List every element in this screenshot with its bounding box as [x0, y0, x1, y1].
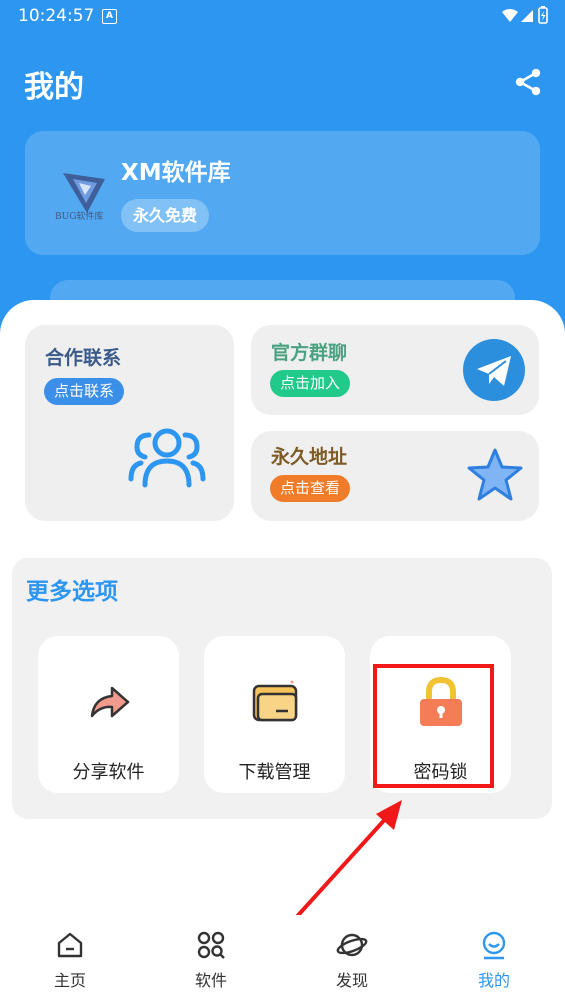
cooperation-title: 合作联系: [45, 347, 122, 369]
cooperation-card[interactable]: 合作联系 点击联系: [25, 325, 234, 521]
cooperation-button[interactable]: 点击联系: [44, 378, 125, 405]
profile-card[interactable]: BUG软件库 XM软件库 永久免费: [25, 131, 540, 255]
status-bar: 10:24:57 A: [0, 0, 565, 32]
option-label: 分享软件: [72, 762, 145, 783]
avatar-caption: BUG软件库: [55, 212, 104, 222]
permanent-address-card[interactable]: 永久地址 点击查看: [251, 431, 539, 521]
option-download-manager[interactable]: 下载管理: [204, 636, 345, 793]
nav-label: 主页: [53, 971, 86, 990]
annotation-arrow: [290, 800, 402, 924]
smiley-icon: [482, 931, 506, 960]
status-time: 10:24:57: [18, 6, 95, 26]
folder-icon: [252, 680, 298, 722]
home-icon: [57, 932, 83, 958]
profile-name: XM软件库: [121, 160, 231, 186]
people-group-icon: [128, 428, 206, 488]
nav-discover[interactable]: 发现: [302, 915, 402, 995]
signal-battery-icons: [502, 6, 548, 24]
nav-label: 软件: [194, 971, 227, 990]
highlight-box: [373, 664, 494, 788]
planet-icon: [336, 933, 368, 957]
permanent-address-title: 永久地址: [271, 446, 348, 468]
official-group-card[interactable]: 官方群聊 点击加入: [251, 325, 539, 415]
bottom-nav: 主页 软件 发现 我的: [0, 915, 565, 1004]
profile-badge: 永久免费: [121, 199, 210, 232]
official-group-title: 官方群聊: [271, 342, 348, 364]
option-label: 下载管理: [238, 762, 311, 783]
official-group-button[interactable]: 点击加入: [270, 370, 351, 397]
share-arrow-icon: [90, 686, 130, 718]
notification-icon: A: [102, 9, 117, 24]
star-icon: [467, 448, 523, 501]
nav-label: 发现: [335, 971, 368, 990]
nav-apps[interactable]: 软件: [161, 915, 261, 995]
nav-mine[interactable]: 我的: [444, 915, 544, 995]
permanent-address-button[interactable]: 点击查看: [270, 475, 351, 502]
more-options-title: 更多选项: [26, 579, 118, 605]
share-icon[interactable]: [512, 66, 544, 98]
nav-label: 我的: [477, 971, 510, 990]
page-title: 我的: [24, 70, 84, 105]
apps-grid-icon: [197, 931, 225, 959]
telegram-icon: [463, 339, 525, 401]
nav-home[interactable]: 主页: [20, 915, 120, 995]
option-share-app[interactable]: 分享软件: [38, 636, 179, 793]
